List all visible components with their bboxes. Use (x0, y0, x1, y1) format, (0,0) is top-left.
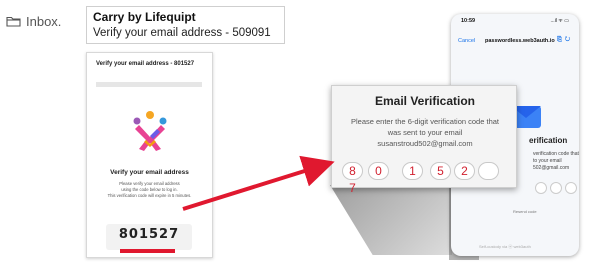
code-digit-overflow: 7 (349, 181, 356, 195)
screenshot-stage: Inbox. Carry by Lifequipt Verify your em… (0, 0, 592, 267)
inbox-label[interactable]: Inbox. (6, 14, 61, 29)
code-digit-input[interactable] (478, 162, 499, 180)
code-digit-input[interactable]: 2 (454, 162, 475, 180)
verification-title: Email Verification (374, 94, 476, 108)
phone-desc-line-2: to your email (533, 158, 562, 164)
code-digit-input[interactable]: 0 (368, 162, 389, 180)
code-highlight-underline (120, 249, 175, 253)
verification-desc-line-1: Please enter the 6-digit verification co… (350, 117, 499, 126)
phone-code-box[interactable] (565, 182, 577, 194)
email-subject-line: Verify your email address - 509091 (93, 27, 271, 39)
code-digit-input[interactable]: 1 (402, 162, 423, 180)
phone-resend-link[interactable]: Resend code (513, 209, 537, 214)
email-divider-bar (96, 82, 202, 87)
inbox-text: Inbox. (26, 14, 62, 29)
phone-status-icons: ...il ᯤ ▭ (550, 18, 569, 24)
phone-footer: Self-custody via ⓦ web3auth (479, 244, 531, 249)
email-desc-line-3: This verification code will expire in 5 … (107, 193, 192, 198)
phone-description: verification code that to your email 502… (533, 151, 579, 172)
phone-status-time: 10:59 (461, 18, 476, 24)
email-heading: Verify your email address - 801527 (96, 61, 195, 67)
verification-code-display: 801527 (106, 224, 192, 250)
email-subject-box[interactable]: Carry by Lifequipt Verify your email add… (86, 6, 285, 44)
email-description: Please verify your email address using t… (99, 181, 200, 199)
phone-code-box[interactable] (535, 182, 547, 194)
phone-title: erification (529, 136, 568, 145)
phone-share-reload-icon[interactable]: ⎘↻ (557, 37, 573, 44)
verification-desc-line-2: was sent to your email (387, 128, 463, 137)
phone-url-text: passwordless.web3auth.io (485, 38, 555, 44)
phone-cancel-button[interactable]: Cancel (458, 38, 475, 44)
folder-icon (6, 16, 21, 27)
verification-email: susanstroud502@gmail.com (377, 139, 473, 148)
email-sender: Carry by Lifequipt (93, 10, 196, 24)
verification-description: Please enter the 6-digit verification co… (338, 116, 512, 149)
code-digit-inputs: 8 0 1 5 2 7 (342, 160, 502, 200)
code-digit-input[interactable]: 8 (342, 162, 363, 180)
email-title: Verify your email address (110, 169, 189, 176)
phone-code-inputs (535, 182, 577, 194)
lifequipt-logo-icon (133, 111, 167, 151)
phone-desc-line-1: verification code that (533, 151, 579, 157)
email-preview-card: Verify your email address - 801527 Verif… (86, 52, 213, 258)
phone-url-bar: Cancel passwordless.web3auth.io ⎘↻ (451, 36, 579, 50)
phone-code-box[interactable] (550, 182, 562, 194)
phone-desc-line-3: 502@gmail.com (533, 165, 570, 171)
code-digit-input[interactable]: 5 (430, 162, 451, 180)
